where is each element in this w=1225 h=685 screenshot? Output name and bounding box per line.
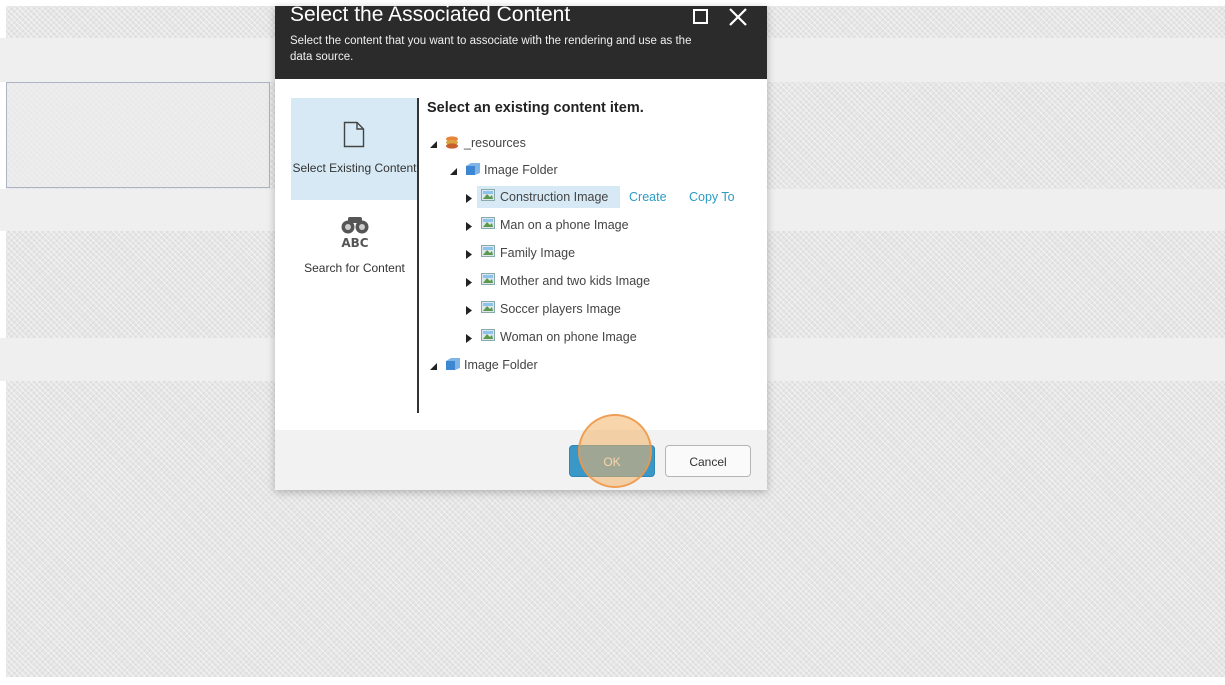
dialog-title: Select the Associated Content [290,3,571,26]
collapsed-arrow-icon[interactable] [466,304,472,318]
tree-node-selected[interactable]: Construction Image Create Copy To [466,186,756,208]
tree-node-label: Construction Image [500,190,609,204]
document-icon [343,121,365,153]
folder-icon [445,357,461,374]
tree-node[interactable]: Man on a phone Image [466,214,686,236]
collapsed-arrow-icon[interactable] [466,332,472,346]
tree-node[interactable]: Image Folder [450,159,650,181]
collapsed-arrow-icon[interactable] [466,220,472,234]
close-icon[interactable] [727,6,749,28]
image-icon [481,245,495,260]
nav-item-label: Select Existing Content [292,161,417,175]
tree-node[interactable]: Mother and two kids Image [466,270,706,292]
page-edge [0,677,1225,685]
nav-item-label: Search for Content [304,261,405,275]
dialog-header: Select the Associated Content Select the… [275,3,767,79]
tree-node-label: Image Folder [484,163,558,177]
tree-node[interactable]: Family Image [466,242,686,264]
image-icon [481,189,495,204]
content-source-nav: Select Existing Content ABC Search for C… [291,98,418,418]
cancel-button[interactable]: Cancel [665,445,751,477]
ok-button[interactable]: OK [569,445,655,477]
collapsed-arrow-icon[interactable] [466,276,472,290]
binoculars-abc-icon: ABC [337,214,373,255]
copy-to-link[interactable]: Copy To [689,189,735,205]
tree-node-label: Soccer players Image [500,302,621,316]
image-icon [481,217,495,232]
image-icon [481,329,495,344]
tree-node-label: _resources [464,136,526,150]
image-icon [481,301,495,316]
tree-node-label: Family Image [500,246,576,260]
dialog-subtitle: Select the content that you want to asso… [290,35,692,63]
rendering-placeholder [6,82,270,188]
nav-item-select-existing[interactable]: Select Existing Content [291,98,418,200]
dialog-footer: OK Cancel [275,430,767,490]
image-icon [481,273,495,288]
maximize-icon[interactable] [693,9,708,24]
expanded-arrow-icon[interactable] [430,138,438,152]
tree-heading: Select an existing content item. [427,100,644,116]
expanded-arrow-icon[interactable] [450,165,458,179]
tree-node-label: Man on a phone Image [500,218,629,232]
associated-content-dialog: Select the Associated Content Select the… [275,3,767,490]
expanded-arrow-icon[interactable] [430,360,438,374]
collapsed-arrow-icon[interactable] [466,248,472,262]
folder-icon [465,162,481,179]
tree-node-label: Image Folder [464,358,538,372]
tree-node-label: Mother and two kids Image [500,274,651,288]
nav-item-search[interactable]: ABC Search for Content [291,208,418,304]
tree-node[interactable]: _resources [430,132,630,154]
resources-icon [445,135,459,152]
svg-text:ABC: ABC [341,236,368,250]
collapsed-arrow-icon[interactable] [466,192,472,206]
tree-node[interactable]: Woman on phone Image [466,326,686,348]
tree-node[interactable]: Soccer players Image [466,298,686,320]
tree-node-label: Woman on phone Image [500,330,637,344]
editor-background: Select the Associated Content Select the… [0,0,1225,685]
divider [417,98,419,413]
create-link[interactable]: Create [629,189,667,205]
tree-node[interactable]: Image Folder [430,354,630,376]
